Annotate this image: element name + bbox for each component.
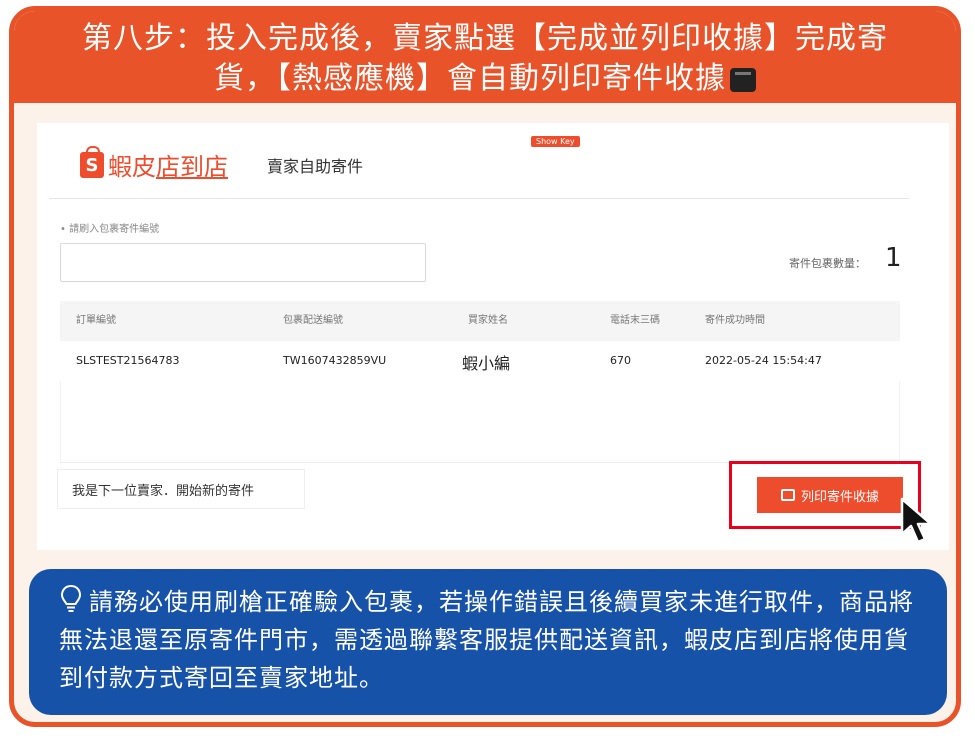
table-empty-area bbox=[60, 381, 900, 463]
print-receipt-label: 列印寄件收據 bbox=[800, 489, 879, 505]
header-line-2: 貨，【熱感應機】會自動列印寄件收據 bbox=[14, 59, 956, 99]
header-divider bbox=[49, 198, 909, 199]
column-header-sent-time: 寄件成功時間 bbox=[705, 315, 765, 326]
package-input-label: • 請刷入包裹寄件編號 bbox=[60, 224, 160, 235]
cell-tracking-id: TW1607432859VU bbox=[283, 354, 387, 367]
column-header-buyer-name: 買家姓名 bbox=[468, 315, 508, 326]
app-screenshot: S 蝦皮 店到店 賣家自助寄件 Show Key • 請刷入包裹寄件編號 寄件包裹… bbox=[37, 123, 949, 550]
table-header-row: 訂單編號 包裹配送編號 買家姓名 電話末三碼 寄件成功時間 bbox=[60, 301, 900, 341]
cell-order-id: SLSTEST21564783 bbox=[76, 354, 180, 367]
warning-note: 請務必使用刷槍正確驗入包裹，若操作錯誤且後續買家未進行取件，商品將無法退還至原寄… bbox=[29, 569, 947, 715]
mouse-cursor-icon bbox=[900, 497, 933, 544]
logo-text-brand: 蝦皮 bbox=[108, 153, 156, 181]
header-line-2-text: 貨，【熱感應機】會自動列印寄件收據 bbox=[214, 61, 726, 96]
print-receipt-button[interactable]: 列印寄件收據 bbox=[757, 477, 903, 513]
shipment-table: 訂單編號 包裹配送編號 買家姓名 電話末三碼 寄件成功時間 SLSTEST215… bbox=[60, 301, 900, 463]
cell-buyer-name: 蝦小編 bbox=[462, 354, 511, 373]
tutorial-frame: 第八步：投入完成後，賣家點選【完成並列印收據】完成寄 貨，【熱感應機】會自動列印… bbox=[9, 6, 961, 727]
logo-text-store: 店到店 bbox=[156, 153, 228, 181]
column-header-order-id: 訂單編號 bbox=[76, 315, 116, 326]
printer-icon bbox=[730, 67, 756, 92]
column-header-phone-last3: 電話末三碼 bbox=[610, 315, 660, 326]
step-header: 第八步：投入完成後，賣家點選【完成並列印收據】完成寄 貨，【熱感應機】會自動列印… bbox=[14, 11, 956, 103]
shopee-bag-icon: S bbox=[80, 145, 104, 178]
page-subtitle: 賣家自助寄件 bbox=[267, 157, 364, 176]
lightbulb-icon bbox=[60, 584, 82, 612]
package-count-label: 寄件包裹數量： bbox=[789, 257, 866, 270]
show-key-button[interactable]: Show Key bbox=[531, 136, 580, 147]
table-row: SLSTEST21564783 TW1607432859VU 蝦小編 670 2… bbox=[60, 341, 900, 381]
next-seller-button[interactable]: 我是下一位賣家．開始新的寄件 bbox=[57, 469, 305, 509]
shopee-logo: S 蝦皮 店到店 bbox=[80, 145, 228, 182]
package-count-value: 1 bbox=[885, 243, 902, 273]
package-number-input[interactable] bbox=[60, 243, 426, 282]
header-line-1: 第八步：投入完成後，賣家點選【完成並列印收據】完成寄 bbox=[82, 21, 888, 56]
printer-icon bbox=[780, 489, 795, 501]
column-header-tracking-id: 包裹配送編號 bbox=[283, 315, 343, 326]
cell-sent-time: 2022-05-24 15:54:47 bbox=[705, 354, 822, 367]
note-text: 請務必使用刷槍正確驗入包裹，若操作錯誤且後續買家未進行取件，商品將無法退還至原寄… bbox=[59, 588, 914, 692]
cell-phone-last3: 670 bbox=[610, 354, 631, 367]
